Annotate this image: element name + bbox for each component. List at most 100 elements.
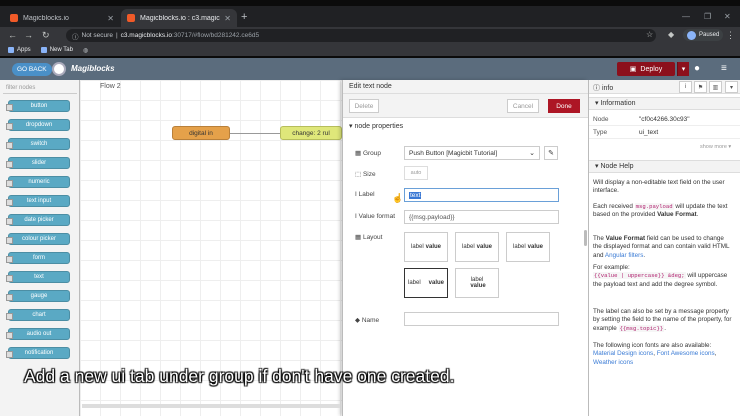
browser-tab[interactable]: Magicblocks.io ✕: [4, 9, 120, 27]
hamburger-menu-icon[interactable]: ≡: [721, 63, 727, 74]
palette-node[interactable]: form: [6, 252, 70, 264]
deploy-dropdown-icon[interactable]: ▾: [677, 62, 689, 76]
help-paragraph: The Value Format field can be used to ch…: [593, 235, 730, 259]
material-icons-link[interactable]: Material Design icons: [593, 350, 653, 357]
screen: Magicblocks.io ✕ Magicblocks.io : c3.mag…: [0, 0, 740, 416]
palette-node[interactable]: chart: [6, 309, 70, 321]
address-bar[interactable]: ⓘ Not secure | c3.magicblocks.io :30717/…: [66, 29, 656, 42]
debug-tab-icon[interactable]: ⚑: [694, 81, 707, 93]
angular-filters-link[interactable]: Angular filters: [605, 252, 644, 259]
workspace-scrollbar[interactable]: [82, 404, 340, 408]
group-select[interactable]: Push Button [Magicbit Tutorial] ⌄: [404, 146, 540, 160]
group-label: ▦ Group: [355, 150, 382, 157]
star-icon[interactable]: ☆: [646, 30, 653, 39]
close-icon[interactable]: ✕: [224, 14, 231, 23]
window-close-icon[interactable]: ✕: [724, 12, 731, 21]
layout-option[interactable]: label value: [455, 268, 499, 298]
browser-tab-title: Magicblocks.io : c3.magicblocks.: [140, 14, 220, 22]
deploy-label: Deploy: [640, 65, 663, 73]
show-more-link[interactable]: show more ▾: [700, 144, 731, 150]
minimize-icon[interactable]: —: [682, 12, 690, 21]
tab-flow[interactable]: Flow 2: [100, 83, 121, 90]
url-host: c3.magicblocks.io: [120, 32, 172, 39]
flow-node[interactable]: digital in: [172, 126, 230, 140]
page-icon: [40, 47, 47, 53]
value-format-label: I Value format: [355, 213, 395, 220]
label-label: I Label: [355, 191, 375, 198]
go-back-button[interactable]: GO BACK: [12, 63, 52, 76]
node-properties-section[interactable]: ▾ node properties: [349, 122, 403, 130]
weather-icons-link[interactable]: Weather icons: [593, 359, 633, 366]
profile-status: Paused: [699, 32, 720, 38]
delete-button[interactable]: Delete: [349, 99, 379, 113]
palette-node[interactable]: text input: [6, 195, 70, 207]
close-icon[interactable]: ✕: [107, 14, 114, 23]
palette-node[interactable]: slider: [6, 157, 70, 169]
profile-chip[interactable]: Paused: [683, 29, 724, 41]
deploy-button[interactable]: ▣ Deploy ▾: [617, 62, 689, 76]
browser-tabstrip: Magicblocks.io ✕ Magicblocks.io : c3.mag…: [0, 6, 740, 27]
value-format-input[interactable]: {{msg.payload}}: [404, 210, 559, 224]
size-button[interactable]: auto: [404, 166, 428, 180]
palette-node[interactable]: gauge: [6, 290, 70, 302]
palette-node[interactable]: dropdown: [6, 119, 70, 131]
palette-node[interactable]: button: [6, 100, 70, 112]
tab-info[interactable]: ⓘ info: [593, 83, 613, 93]
chevron-down-icon: ⌄: [529, 150, 535, 157]
bookmark-new-tab[interactable]: New Tab: [40, 47, 73, 53]
extension-icon[interactable]: ◆: [668, 30, 674, 39]
app-header: GO BACK Magiblocks ▣ Deploy ▾ ● ≡: [0, 58, 740, 80]
layout-option[interactable]: label value: [455, 232, 499, 262]
palette-node[interactable]: date picker: [6, 214, 70, 226]
palette-filter-input[interactable]: filter nodes: [3, 83, 77, 94]
cancel-button[interactable]: Cancel: [507, 99, 539, 113]
layout-option[interactable]: label value: [506, 232, 550, 262]
node-help-section[interactable]: ▾ Node Help: [589, 160, 740, 173]
browser-toolbar: ← → ↻ ⓘ Not secure | c3.magicblocks.io :…: [0, 27, 740, 44]
palette-node[interactable]: switch: [6, 138, 70, 150]
bookmark-apps[interactable]: Apps: [8, 47, 31, 53]
globe-icon[interactable]: ◍: [83, 47, 88, 54]
browser-tab-active[interactable]: Magicblocks.io : c3.magicblocks. ✕: [121, 9, 237, 27]
palette-node[interactable]: numeric: [6, 176, 70, 188]
chart-tab-icon[interactable]: ▥: [709, 81, 722, 93]
reload-icon[interactable]: ↻: [42, 30, 50, 41]
layout-option-selected[interactable]: label value: [404, 268, 448, 298]
forward-arrow-icon[interactable]: →: [24, 30, 33, 40]
help-paragraph: Will display a non-editable text field o…: [593, 179, 725, 195]
info-row: Type ui_text: [589, 127, 740, 139]
name-input[interactable]: [404, 312, 559, 326]
edit-group-button[interactable]: ✎: [544, 146, 558, 160]
table-icon: ▦: [355, 150, 363, 157]
palette-node[interactable]: notification: [6, 347, 70, 359]
info-icon[interactable]: ⓘ: [72, 31, 79, 41]
help-paragraph: Each received msg.payload will update th…: [593, 203, 728, 219]
flow-node[interactable]: change: 2 rul: [280, 126, 342, 140]
maximize-icon[interactable]: ❐: [704, 12, 711, 21]
dropdown-icon[interactable]: ▾: [725, 81, 738, 93]
refresh-circle-icon[interactable]: [52, 62, 66, 76]
font-awesome-link[interactable]: Font Awesome icons: [657, 350, 715, 357]
back-arrow-icon[interactable]: ←: [8, 30, 17, 40]
palette-node[interactable]: audio out: [6, 328, 70, 340]
bookmarks-bar: Apps New Tab ◍: [0, 44, 740, 56]
done-button[interactable]: Done: [548, 99, 580, 113]
tray-resize-handle[interactable]: [584, 230, 587, 246]
label-input[interactable]: text: [404, 188, 559, 202]
information-section[interactable]: ▾ Information: [589, 97, 740, 110]
menu-kebab-icon[interactable]: ⋮: [726, 30, 735, 41]
new-tab-icon[interactable]: +: [241, 11, 247, 23]
info-tab-icon[interactable]: i: [679, 81, 692, 93]
palette-node[interactable]: colour picker: [6, 233, 70, 245]
url-path: :30717/#flow/bd281242.ce6d5: [171, 32, 260, 39]
name-label: ◆ Name: [355, 317, 380, 324]
info-icon: ⓘ: [593, 85, 602, 92]
layout-option[interactable]: label value: [404, 232, 448, 262]
user-icon[interactable]: ●: [694, 63, 700, 74]
mouse-cursor-icon: ☝: [392, 193, 404, 203]
help-paragraph: The label can also be set by a message p…: [593, 308, 732, 332]
magicblocks-favicon-icon: [127, 14, 135, 22]
resize-icon: ⬚: [355, 171, 363, 178]
security-status: Not secure: [81, 32, 113, 39]
palette-node[interactable]: text: [6, 271, 70, 283]
